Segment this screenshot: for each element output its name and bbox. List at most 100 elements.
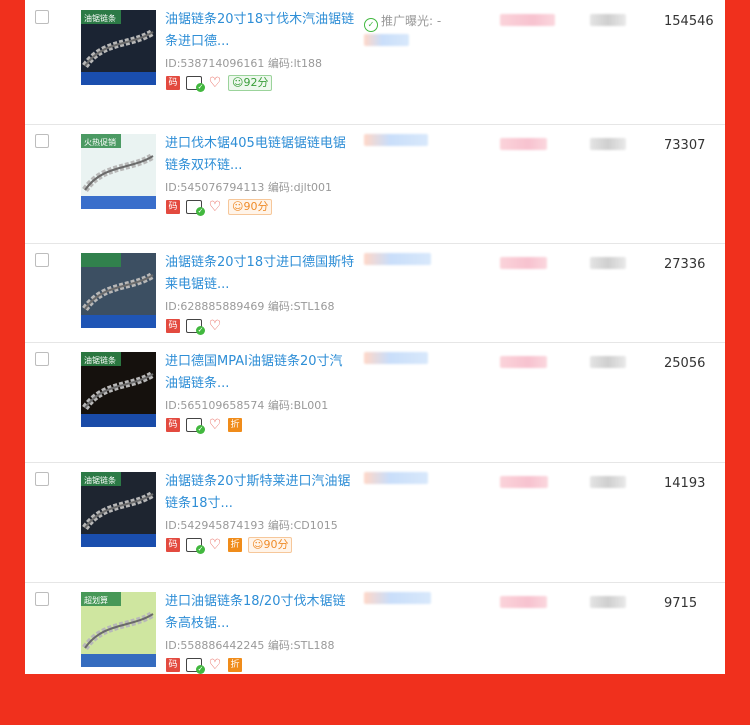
heart-icon: ♡ <box>208 657 222 673</box>
table-row[interactable]: 油锯链条20寸18寸进口德国斯特莱电锯链... ID:628885889469 编… <box>25 243 725 343</box>
product-list-panel: 油锯链条 油锯链条20寸18寸伐木汽油锯链条进口德... ID:538714096… <box>25 0 725 674</box>
blurred-value <box>500 476 548 488</box>
product-code: 编码:BL001 <box>267 399 329 412</box>
score-badge: ☺ 92分 <box>228 75 273 91</box>
row-checkbox[interactable] <box>35 10 49 24</box>
mobile-verified-icon: ✓ <box>186 76 205 92</box>
chain-image <box>81 253 156 328</box>
product-thumbnail[interactable]: 油锯链条 <box>81 472 156 547</box>
table-row[interactable]: 火热促销 进口伐木锯405电链锯锯链电锯链条双环链... ID:545076794… <box>25 124 725 244</box>
discount-icon: 折 <box>228 418 242 432</box>
product-title-link[interactable]: 油锯链条20寸18寸进口德国斯特莱电锯链... <box>165 252 355 296</box>
chain-image: 火热促销 <box>81 134 156 209</box>
product-code: 编码:CD1015 <box>267 519 338 532</box>
row-checkbox[interactable] <box>35 352 49 366</box>
code-icon: 码 <box>166 319 180 333</box>
chain-image: 油锯链条 <box>81 352 156 427</box>
smile-icon: ☺ <box>232 200 244 213</box>
product-id: ID:558886442245 <box>165 639 265 652</box>
discount-icon: 折 <box>228 538 242 552</box>
thumb-label: 油锯链条 <box>84 13 116 23</box>
heart-icon: ♡ <box>208 75 222 91</box>
blurred-value <box>590 356 626 368</box>
check-circle-icon: ✓ <box>364 18 378 32</box>
blurred-value <box>500 356 547 368</box>
product-thumbnail[interactable]: 火热促销 <box>81 134 156 209</box>
product-id: ID:542945874193 <box>165 519 265 532</box>
chain-image: 油锯链条 <box>81 10 156 85</box>
smile-icon: ☺ <box>232 76 244 89</box>
product-title-link[interactable]: 油锯链条20寸18寸伐木汽油锯链条进口德... <box>165 9 355 53</box>
promo-exposure: ✓ 推广曝光: - <box>364 12 441 32</box>
product-id-code: ID:558886442245 编码:STL188 <box>165 637 334 653</box>
product-thumbnail[interactable] <box>81 253 156 328</box>
count-value: 73307 <box>664 138 706 153</box>
code-icon: 码 <box>166 658 180 672</box>
product-id: ID:538714096161 <box>165 57 265 70</box>
mobile-verified-icon: ✓ <box>186 418 205 434</box>
count-value: 154546 <box>664 14 714 29</box>
chain-image: 超划算 <box>81 592 156 667</box>
count-value: 14193 <box>664 476 706 491</box>
product-id-code: ID:545076794113 编码:djlt001 <box>165 179 332 195</box>
blurred-value <box>590 596 626 608</box>
product-code: 编码:STL168 <box>267 300 335 313</box>
mobile-verified-icon: ✓ <box>186 658 205 674</box>
badge-icons: 码 ✓ ♡ 折 <box>166 417 242 434</box>
smile-icon: ☺ <box>252 538 264 551</box>
table-row[interactable]: 油锯链条 油锯链条20寸18寸伐木汽油锯链条进口德... ID:538714096… <box>25 0 725 125</box>
blurred-value <box>500 138 547 150</box>
product-id: ID:565109658574 <box>165 399 265 412</box>
blurred-value <box>364 134 428 146</box>
table-row[interactable]: 油锯链条 油锯链条20寸斯特莱进口汽油锯链条18寸... ID:542945874… <box>25 462 725 583</box>
code-icon: 码 <box>166 538 180 552</box>
product-id-code: ID:538714096161 编码:lt188 <box>165 55 322 71</box>
blurred-value <box>364 34 409 46</box>
heart-icon: ♡ <box>208 417 222 433</box>
product-id: ID:628885889469 <box>165 300 265 313</box>
row-checkbox[interactable] <box>35 134 49 148</box>
row-checkbox[interactable] <box>35 472 49 486</box>
blurred-value <box>590 14 626 26</box>
blurred-value <box>500 14 555 26</box>
heart-icon: ♡ <box>208 318 222 334</box>
blurred-value <box>364 253 431 265</box>
badge-icons: 码 ✓ ♡ <box>166 318 222 335</box>
product-id: ID:545076794113 <box>165 181 265 194</box>
count-value: 9715 <box>664 596 698 611</box>
badge-icons: 码 ✓ ♡ 折 ☺ 90分 <box>166 537 293 554</box>
chain-image: 油锯链条 <box>81 472 156 547</box>
product-title-link[interactable]: 油锯链条20寸斯特莱进口汽油锯链条18寸... <box>165 471 355 515</box>
table-row[interactable]: 油锯链条 进口德国MPAI油锯链条20寸汽油锯链条... ID:565109658… <box>25 342 725 463</box>
thumb-label: 油锯链条 <box>84 475 116 485</box>
blurred-value <box>364 592 431 604</box>
product-code: 编码:djlt001 <box>267 181 333 194</box>
product-thumbnail[interactable]: 油锯链条 <box>81 10 156 85</box>
score-badge: ☺ 90分 <box>228 199 273 215</box>
count-value: 27336 <box>664 257 706 272</box>
product-code: 编码:STL188 <box>267 639 335 652</box>
product-title-link[interactable]: 进口油锯链条18/20寸伐木锯链条高枝锯... <box>165 591 355 635</box>
heart-icon: ♡ <box>208 537 222 553</box>
mobile-verified-icon: ✓ <box>186 319 205 335</box>
thumb-label: 火热促销 <box>84 137 116 147</box>
product-code: 编码:lt188 <box>267 57 322 70</box>
row-checkbox[interactable] <box>35 253 49 267</box>
product-id-code: ID:542945874193 编码:CD1015 <box>165 517 338 533</box>
blurred-value <box>590 138 626 150</box>
product-thumbnail[interactable]: 油锯链条 <box>81 352 156 427</box>
mobile-verified-icon: ✓ <box>186 538 205 554</box>
product-title-link[interactable]: 进口伐木锯405电链锯锯链电锯链条双环链... <box>165 133 355 177</box>
badge-icons: 码 ✓ ♡ ☺ 92分 <box>166 75 273 92</box>
blurred-value <box>364 472 428 484</box>
thumb-label: 超划算 <box>84 595 108 605</box>
product-title-link[interactable]: 进口德国MPAI油锯链条20寸汽油锯链条... <box>165 351 355 395</box>
product-id-code: ID:565109658574 编码:BL001 <box>165 397 328 413</box>
code-icon: 码 <box>166 76 180 90</box>
badge-icons: 码 ✓ ♡ ☺ 90分 <box>166 199 273 216</box>
row-checkbox[interactable] <box>35 592 49 606</box>
product-thumbnail[interactable]: 超划算 <box>81 592 156 667</box>
heart-icon: ♡ <box>208 199 222 215</box>
table-row[interactable]: 超划算 进口油锯链条18/20寸伐木锯链条高枝锯... ID:5588864422… <box>25 582 725 674</box>
score-badge: ☺ 90分 <box>248 537 293 553</box>
